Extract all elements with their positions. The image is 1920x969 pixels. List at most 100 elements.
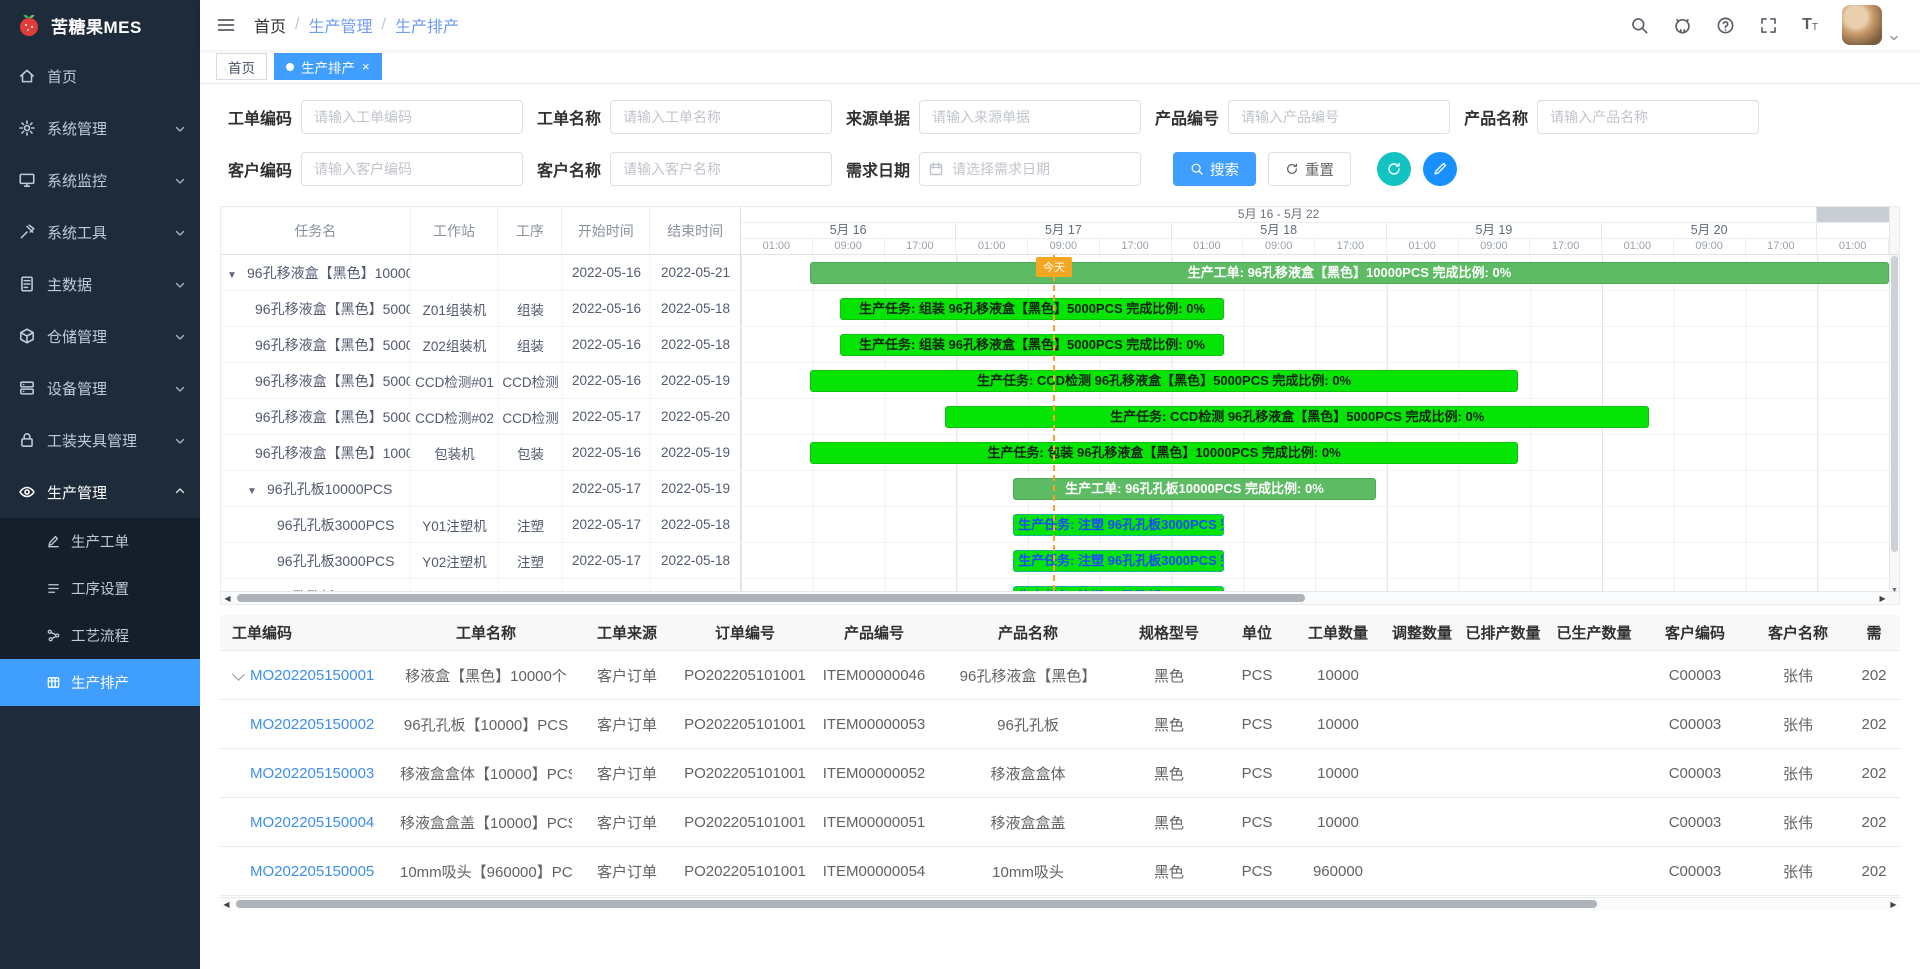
sidebar-item-label: 系统监控 [47, 170, 107, 191]
gantt-row[interactable]: 96孔移液盒【黑色】10000PCS 2022-05-16 2022-05-21… [221, 255, 1889, 291]
sidebar-item-master-data[interactable]: 主数据 [0, 258, 200, 310]
gantt-timeline-cell: 生产任务: CCD检测 96孔移液盒【黑色】5000PCS 完成比例: 0% [741, 363, 1889, 398]
sidebar-item-fixture-management[interactable]: 工装夹具管理 [0, 414, 200, 466]
search-button-label: 搜索 [1210, 159, 1239, 180]
table-row[interactable]: MO202205150005 10mm吸头【960000】PCS 客户订单 PO… [220, 847, 1900, 896]
scroll-right-arrow-icon[interactable] [1876, 592, 1889, 604]
gantt-bar[interactable]: 生产任务: CCD检测 96孔移液盒【黑色】5000PCS 完成比例: 0% [810, 370, 1518, 392]
horizontal-scroll-thumb[interactable] [237, 594, 1305, 602]
sidebar-item-production-management[interactable]: 生产管理 [0, 466, 200, 518]
work-order-code-cell: MO202205150002 [220, 716, 400, 733]
search-icon[interactable] [1630, 16, 1649, 35]
work-order-name-cell: 移液盒盒体【10000】PCS [400, 763, 572, 784]
work-order-link[interactable]: MO202205150002 [250, 716, 374, 733]
customer-code-cell: C00003 [1642, 716, 1748, 733]
breadcrumb-current-page: 生产排产 [395, 13, 459, 37]
tree-expand-icon[interactable] [247, 481, 261, 497]
gantt-bar[interactable]: 生产任务: 包装 96孔移液盒【黑色】10000PCS 完成比例: 0% [810, 442, 1518, 464]
work-order-link[interactable]: MO202205150001 [250, 667, 374, 684]
sidebar-item-equipment-management[interactable]: 设备管理 [0, 362, 200, 414]
customer-code-cell: C00003 [1642, 814, 1748, 831]
gantt-bar[interactable]: 生产任务: CCD检测 96孔移液盒【黑色】5000PCS 完成比例: 0% [945, 406, 1649, 428]
breadcrumb-home[interactable]: 首页 [254, 13, 286, 37]
demand-date-input[interactable] [919, 152, 1141, 186]
row-expand-icon[interactable] [230, 668, 250, 682]
gantt-bar[interactable]: 生产工单: 96孔孔板10000PCS 完成比例: 0% [1013, 478, 1376, 500]
breadcrumb-production-management[interactable]: 生产管理 [308, 13, 372, 37]
vertical-scroll-thumb[interactable] [1891, 256, 1898, 552]
scroll-down-arrow-icon[interactable] [1890, 579, 1899, 591]
table-row[interactable]: MO202205150004 移液盒盒盖【10000】PCS 客户订单 PO20… [220, 798, 1900, 847]
sidebar-item-system-tools[interactable]: 系统工具 [0, 206, 200, 258]
fullscreen-icon[interactable] [1759, 16, 1778, 35]
sync-button[interactable] [1377, 152, 1411, 186]
app-logo[interactable]: 苦糖果MES [0, 0, 200, 50]
work-order-code-input[interactable] [301, 100, 523, 134]
sidebar-item-process-flow[interactable]: 工艺流程 [0, 612, 200, 659]
tools-icon [18, 223, 36, 241]
sidebar-toggle-icon[interactable] [216, 15, 236, 35]
reset-button[interactable]: 重置 [1268, 152, 1351, 186]
help-icon[interactable] [1716, 16, 1735, 35]
work-order-link[interactable]: MO202205150003 [250, 765, 374, 782]
gantt-start-time-cell: 2022-05-16 [563, 291, 651, 326]
table-row[interactable]: MO202205150003 移液盒盒体【10000】PCS 客户订单 PO20… [220, 749, 1900, 798]
product-name-cell: 10mm吸头 [940, 861, 1116, 882]
sidebar-item-production-workorder[interactable]: 生产工单 [0, 518, 200, 565]
scroll-left-arrow-icon[interactable] [220, 898, 233, 910]
gantt-bar[interactable]: 生产任务: 注塑 96孔孔板3000PCS 完成比例: 0% [1013, 550, 1224, 572]
font-size-icon[interactable] [1802, 17, 1818, 33]
product-no-input[interactable] [1228, 100, 1450, 134]
scroll-left-arrow-icon[interactable] [221, 592, 234, 604]
gantt-row[interactable]: 96孔移液盒【黑色】10000PCS 包装机 包装 2022-05-16 202… [221, 435, 1889, 471]
gantt-row[interactable]: 96孔移液盒【黑色】5000PCS Z01组装机 组装 2022-05-16 2… [221, 291, 1889, 327]
sidebar-item-production-scheduling[interactable]: 生产排产 [0, 659, 200, 706]
gantt-row[interactable]: 96孔孔板3000PCS Y02注塑机 注塑 2022-05-17 2022-0… [221, 543, 1889, 579]
tab-home[interactable]: 首页 [216, 53, 267, 80]
sidebar-item-warehouse-management[interactable]: 仓储管理 [0, 310, 200, 362]
work-order-link[interactable]: MO202205150004 [250, 814, 374, 831]
work-order-link[interactable]: MO202205150005 [250, 863, 374, 880]
tab-production-scheduling[interactable]: 生产排产 [274, 53, 382, 80]
timeline-scroll-block[interactable] [1817, 207, 1889, 223]
sidebar-item-label: 工序设置 [71, 578, 129, 599]
sidebar-item-home[interactable]: 首页 [0, 50, 200, 102]
timeline-week-label: 5月 16 - 5月 22 [741, 207, 1817, 223]
gantt-process-cell: 组装 [499, 327, 563, 362]
gantt-row[interactable]: 96孔移液盒【黑色】5000PCS CCD检测#02 CCD检测 2022-05… [221, 399, 1889, 435]
gantt-bar[interactable]: 生产任务: 组装 96孔移液盒【黑色】5000PCS 完成比例: 0% [840, 334, 1225, 356]
sidebar-item-system-management[interactable]: 系统管理 [0, 102, 200, 154]
list-icon [46, 581, 61, 596]
product-name-input[interactable] [1537, 100, 1759, 134]
work-order-name-input[interactable] [610, 100, 832, 134]
edit-button[interactable] [1423, 152, 1457, 186]
gantt-row[interactable]: 96孔孔板3000PCS Y01注塑机 注塑 2022-05-17 2022-0… [221, 507, 1889, 543]
scroll-right-arrow-icon[interactable] [1887, 898, 1900, 910]
gantt-bar[interactable]: 生产工单: 96孔移液盒【黑色】10000PCS 完成比例: 0% [810, 262, 1889, 284]
tree-expand-icon[interactable] [227, 265, 241, 281]
horizontal-scroll-thumb[interactable] [236, 900, 1597, 908]
timeline-day-label: 5月 20 [1602, 223, 1817, 239]
gantt-timeline-cell: 生产任务: 包装 96孔移液盒【黑色】10000PCS 完成比例: 0% [741, 435, 1889, 470]
tab-close-icon[interactable] [362, 59, 370, 74]
user-menu[interactable] [1842, 5, 1900, 45]
sidebar-item-process-settings[interactable]: 工序设置 [0, 565, 200, 612]
sidebar-item-system-monitor[interactable]: 系统监控 [0, 154, 200, 206]
gantt-row[interactable]: 96孔孔板10000PCS 2022-05-17 2022-05-19 生产工单… [221, 471, 1889, 507]
gantt-row[interactable]: 96孔孔板3000PCS Y03注塑机 注塑 2022-05-17 2022-0… [221, 579, 1889, 591]
work-order-source-cell: 客户订单 [572, 812, 682, 833]
source-doc-input[interactable] [919, 100, 1141, 134]
timeline-hour-label: 17:00 [1530, 239, 1602, 254]
avatar[interactable] [1842, 5, 1882, 45]
table-row[interactable]: MO202205150001 移液盒【黑色】10000个 客户订单 PO2022… [220, 651, 1900, 700]
gantt-row[interactable]: 96孔移液盒【黑色】5000PCS CCD检测#01 CCD检测 2022-05… [221, 363, 1889, 399]
customer-code-input[interactable] [301, 152, 523, 186]
gantt-end-time-cell: 2022-05-18 [651, 507, 741, 542]
gantt-bar[interactable]: 生产任务: 注塑 96孔孔板3000PCS 完成比例: 0% [1013, 514, 1224, 536]
customer-name-input[interactable] [610, 152, 832, 186]
gantt-bar[interactable]: 生产任务: 组装 96孔移液盒【黑色】5000PCS 完成比例: 0% [840, 298, 1225, 320]
github-icon[interactable] [1673, 16, 1692, 35]
search-button[interactable]: 搜索 [1173, 152, 1256, 186]
gantt-row[interactable]: 96孔移液盒【黑色】5000PCS Z02组装机 组装 2022-05-16 2… [221, 327, 1889, 363]
table-row[interactable]: MO202205150002 96孔孔板【10000】PCS 客户订单 PO20… [220, 700, 1900, 749]
